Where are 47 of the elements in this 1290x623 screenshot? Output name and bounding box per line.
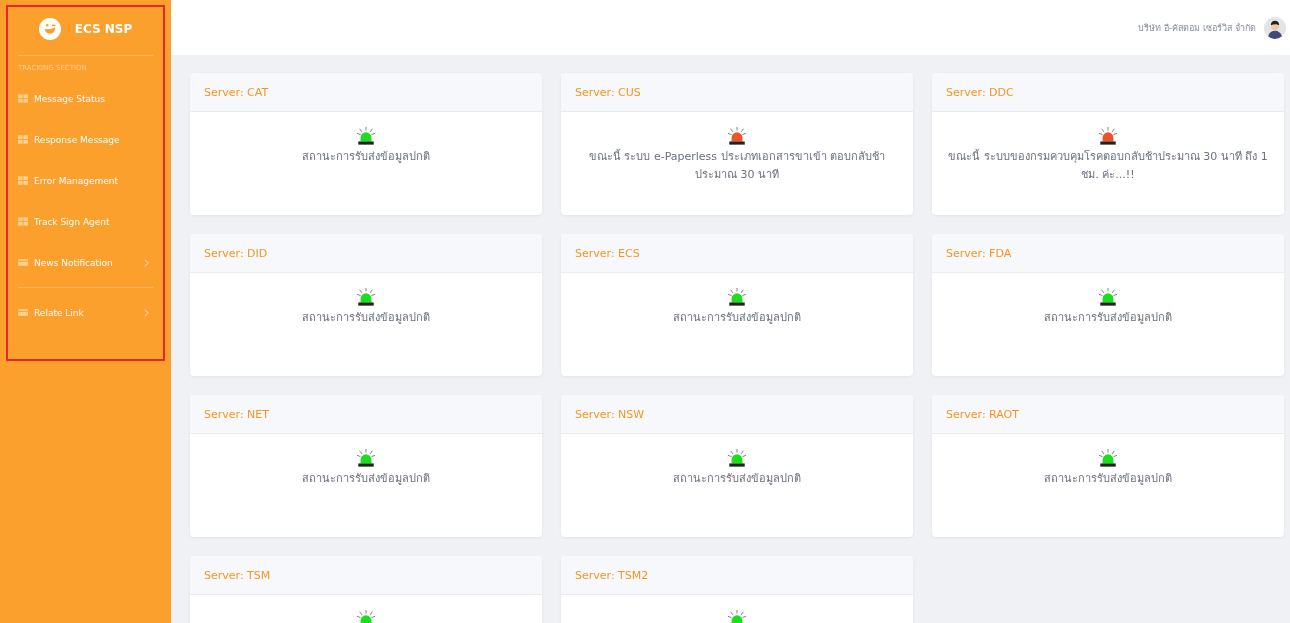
status-message: สถานะการรับส่งข้อมูลปกติ bbox=[302, 149, 430, 165]
siren-icon bbox=[727, 448, 747, 468]
status-message: สถานะการรับส่งข้อมูลปกติ bbox=[1044, 310, 1172, 326]
siren-icon bbox=[356, 609, 376, 623]
siren-icon bbox=[727, 609, 747, 623]
status-message: สถานะการรับส่งข้อมูลปกติ bbox=[302, 471, 430, 487]
siren-icon bbox=[1098, 448, 1118, 468]
server-title: Server: RAOT bbox=[946, 407, 1019, 421]
siren-icon bbox=[727, 287, 747, 307]
sidebar-item[interactable]: News Notification bbox=[18, 242, 153, 283]
brand-name: ECS NSP bbox=[74, 22, 133, 36]
avatar-icon[interactable] bbox=[1264, 16, 1286, 39]
status-message: สถานะการรับส่งข้อมูลปกติ bbox=[673, 310, 801, 326]
status-message: ขณะนี้ ระบบ e-Paperless ประเภทเอกสารขาเข้า ตอบกลับช้าประมาณ 30 นาที bbox=[587, 148, 887, 183]
table-icon bbox=[18, 217, 28, 226]
siren-icon bbox=[356, 448, 376, 468]
status-message: ขณะนี้ ระบบของกรมควบคุมโรคตอบกลับช้าประมาณ 30 นาที ถึง 1 ชม. ค่ะ...!! bbox=[947, 148, 1269, 183]
table-icon bbox=[18, 135, 28, 144]
status-message: สถานะการรับส่งข้อมูลปกติ bbox=[302, 310, 430, 326]
server-title: Server: FDA bbox=[946, 246, 1012, 260]
siren-icon bbox=[1098, 287, 1118, 307]
siren-icon bbox=[1098, 126, 1118, 146]
server-title: Server: DID bbox=[204, 246, 268, 260]
server-title: Server: ECS bbox=[575, 246, 640, 260]
server-title: Server: NET bbox=[204, 407, 269, 421]
server-title: Server: TSM2 bbox=[575, 568, 649, 582]
siren-icon bbox=[356, 287, 376, 307]
company-name: บริษัท อี-คัสตอม เซอร์วิส จำกัด bbox=[1138, 21, 1256, 35]
card-icon bbox=[18, 308, 28, 317]
sidebar-item[interactable]: Message Status bbox=[18, 78, 153, 119]
card-icon bbox=[18, 258, 28, 267]
smiley-logo-icon bbox=[38, 18, 61, 40]
siren-icon bbox=[356, 126, 376, 146]
status-message: สถานะการรับส่งข้อมูลปกติ bbox=[1044, 471, 1172, 487]
server-title: Server: TSM bbox=[204, 568, 271, 582]
siren-icon bbox=[727, 126, 747, 146]
sidebar-item[interactable]: Track Sign Agent bbox=[18, 201, 153, 242]
table-icon bbox=[18, 94, 28, 103]
server-title: Server: NSW bbox=[575, 407, 645, 421]
server-title: Server: CAT bbox=[204, 85, 269, 99]
server-title: Server: CUS bbox=[575, 85, 641, 99]
table-icon bbox=[18, 176, 28, 185]
status-message: สถานะการรับส่งข้อมูลปกติ bbox=[673, 471, 801, 487]
sidebar-item[interactable]: Error Management bbox=[18, 160, 153, 201]
server-title: Server: DDC bbox=[946, 85, 1014, 99]
sidebar-item[interactable]: Relate Link bbox=[18, 292, 153, 333]
sidebar-item[interactable]: Response Message bbox=[18, 119, 153, 160]
